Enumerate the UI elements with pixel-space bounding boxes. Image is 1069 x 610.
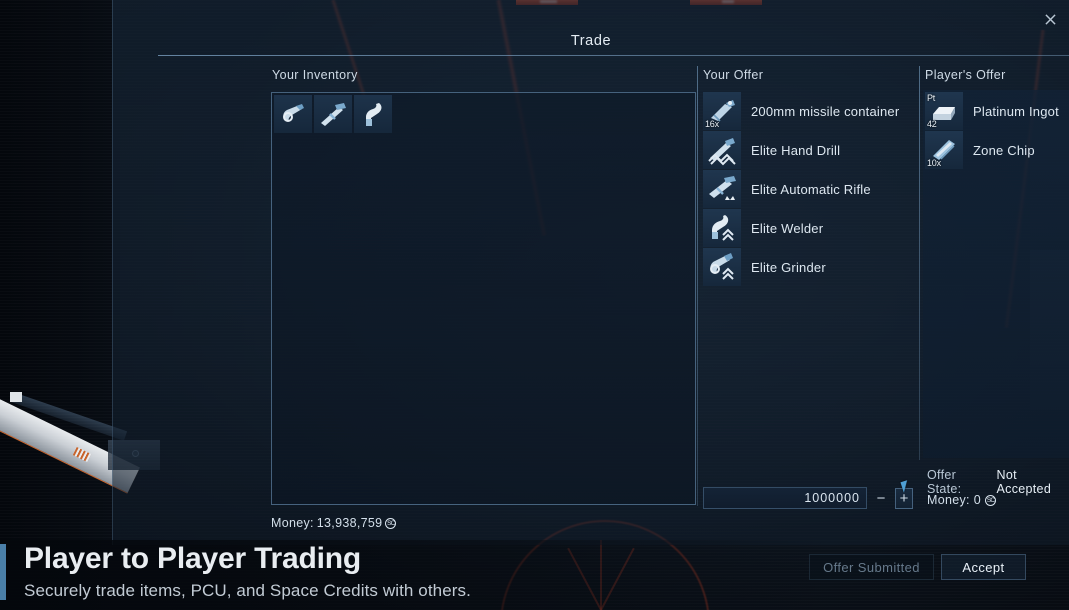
grinder-icon (283, 104, 304, 122)
player-offer-list: Pt 42 Platinum Ingot 10x Zone Chip (925, 92, 1069, 170)
list-item[interactable]: Elite Hand Drill (703, 131, 915, 169)
rifle-icon (321, 103, 346, 126)
money-label: Money: (271, 516, 314, 530)
item-label: 200mm missile container (751, 103, 900, 119)
welder-icon (366, 103, 382, 126)
inventory-slot[interactable] (314, 95, 352, 133)
item-icon-slot (703, 209, 741, 247)
item-icon-slot (703, 248, 741, 286)
credits-input[interactable] (703, 487, 867, 509)
your-offer-header: Your Offer (703, 68, 764, 82)
close-icon[interactable] (1037, 6, 1063, 32)
grinder-icon (710, 253, 734, 280)
player-offer-header: Player's Offer (925, 68, 1006, 82)
drill-icon (708, 138, 736, 166)
feature-banner: Player to Player Trading Securely trade … (0, 540, 1069, 610)
title-divider (158, 55, 1069, 56)
banner-subtitle: Securely trade items, PCU, and Space Cre… (24, 581, 471, 600)
your-offer-list: 16x 200mm missile container Elite Hand D… (703, 92, 915, 287)
player-money-label: Money: (927, 493, 970, 507)
status-badge: Not Accepted (996, 468, 1052, 496)
inventory-header: Your Inventory (272, 68, 358, 82)
credits-decrement-button[interactable]: − (872, 488, 890, 509)
item-quantity: 16x (705, 119, 719, 129)
welder-icon (712, 215, 734, 241)
banner-title: Player to Player Trading (24, 542, 362, 575)
space-credits-icon: SC (985, 494, 997, 506)
item-quantity: 10x (927, 158, 941, 168)
page-title: Trade (570, 33, 612, 49)
money-value: 13,938,759 (316, 516, 383, 530)
list-item[interactable]: 10x Zone Chip (925, 131, 1069, 169)
item-label: Elite Automatic Rifle (751, 181, 871, 197)
column-divider (697, 66, 698, 506)
item-badge: Pt (927, 93, 936, 103)
player-money-value: 0 (973, 493, 982, 507)
background-ship-wingtip (10, 392, 22, 402)
list-item[interactable]: Pt 42 Platinum Ingot (925, 92, 1069, 130)
item-label: Platinum Ingot (973, 103, 1059, 119)
player-money: Money: 0 SC (927, 493, 997, 507)
item-label: Elite Hand Drill (751, 142, 841, 158)
item-icon-slot: 10x (925, 131, 963, 169)
list-item[interactable]: 16x 200mm missile container (703, 92, 915, 130)
game-screen: Trade Your Inventory Your Offer Player's… (0, 0, 1069, 610)
list-item[interactable]: Elite Grinder (703, 248, 915, 286)
offer-state: Offer State: Not Accepted (927, 468, 1069, 496)
rifle-icon (709, 176, 736, 200)
item-icon-slot: Pt 42 (925, 92, 963, 130)
inventory-grid (274, 95, 394, 133)
trade-dialog: Trade Your Inventory Your Offer Player's… (112, 0, 1069, 545)
item-label: Zone Chip (973, 142, 1035, 158)
banner-accent-bar (0, 544, 6, 600)
background-left-shadow (0, 0, 120, 610)
inventory-slot[interactable] (354, 95, 392, 133)
item-icon-slot (703, 131, 741, 169)
your-money: Money: 13,938,759 SC (271, 516, 397, 530)
list-item[interactable]: Elite Automatic Rifle (703, 170, 915, 208)
inventory-panel (271, 92, 696, 505)
item-label: Elite Welder (751, 220, 824, 236)
offer-state-label: Offer State: (927, 468, 962, 496)
item-label: Elite Grinder (751, 259, 826, 275)
list-item[interactable]: Elite Welder (703, 209, 915, 247)
column-divider (919, 66, 920, 460)
inventory-slot[interactable] (274, 95, 312, 133)
space-credits-icon: SC (385, 517, 397, 529)
item-icon-slot (703, 170, 741, 208)
credits-stepper: − + (703, 487, 913, 509)
item-icon-slot: 16x (703, 92, 741, 130)
item-quantity: 42 (927, 119, 937, 129)
